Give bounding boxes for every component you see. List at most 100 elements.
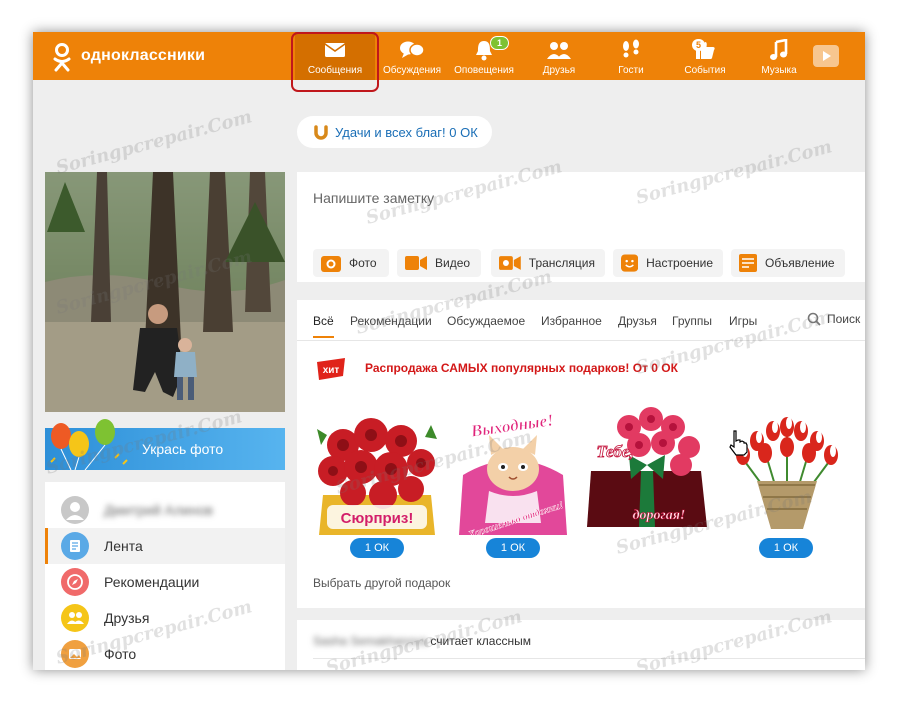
nav-guests[interactable]: Гости [603, 32, 659, 80]
feed-post-header: Sasha Semakhanova считает классным [313, 634, 531, 648]
search-label: Поиск [827, 312, 861, 326]
friends-icon [529, 38, 589, 62]
gift-weekend-cat[interactable]: Выходные! Хорошенько отдохни! [449, 405, 577, 541]
note-ad-button[interactable]: Объявление [731, 249, 845, 277]
gift-price-button[interactable]: 1 ОК [350, 538, 404, 558]
footprints-icon [603, 38, 659, 62]
post-action-text: считает классным [430, 634, 531, 648]
events-badge: 5 [692, 39, 706, 51]
menu-item-feed[interactable]: Лента [45, 528, 285, 564]
ok-logo-icon[interactable] [51, 42, 73, 72]
broadcast-icon [499, 256, 521, 270]
decorate-photo-label: Укрась фото [142, 441, 224, 457]
top-navigation-bar: одноклассники Сообщения Обсуждения 1 Опо… [33, 32, 865, 92]
nav-discussions[interactable]: Обсуждения [378, 32, 446, 80]
nav-label: События [684, 65, 726, 76]
tab-games[interactable]: Игры [729, 314, 757, 328]
decorate-photo-button[interactable]: Укрась фото [45, 419, 285, 470]
feed-panel: Всё Рекомендации Обсуждаемое Избранное Д… [297, 300, 865, 608]
svg-text:Сюрприз!: Сюрприз! [341, 510, 414, 527]
video-camera-icon [405, 256, 427, 270]
sale-banner-text[interactable]: Распродажа САМЫХ популярных подарков! От… [365, 361, 678, 375]
notifications-badge: 1 [490, 36, 510, 50]
note-video-button[interactable]: Видео [397, 249, 481, 277]
post-author-name[interactable]: Sasha Semakhanova [313, 634, 427, 648]
nav-friends[interactable]: Друзья [529, 32, 589, 80]
nav-notifications[interactable]: 1 Оповещения [449, 32, 519, 80]
nav-video[interactable] [811, 32, 841, 80]
menu-item-label: Рекомендации [104, 574, 200, 590]
balloons-icon [50, 419, 128, 470]
note-mood-button[interactable]: Настроение [613, 249, 723, 277]
camera-icon [321, 256, 341, 272]
feed-post-card: Sasha Semakhanova считает классным [297, 620, 865, 670]
tab-friends[interactable]: Друзья [618, 314, 657, 328]
tab-favorites[interactable]: Избранное [541, 314, 602, 328]
menu-item-profile[interactable]: Дмитрий Алинов [45, 492, 285, 528]
search-icon [807, 312, 821, 326]
svg-text:дорогая!: дорогая! [633, 508, 686, 523]
menu-item-label: Фото [104, 646, 137, 662]
svg-text:Тебе,: Тебе, [596, 442, 633, 461]
note-action-label: Настроение [646, 256, 713, 270]
gift-darling-roses[interactable]: Тебе, дорогая! [585, 405, 713, 535]
menu-item-label: Дмитрий Алинов [104, 502, 213, 518]
chat-bubbles-icon [378, 38, 446, 62]
nav-events[interactable]: 5 События [675, 32, 735, 80]
nav-label: Оповещения [454, 65, 514, 76]
gift-price-button[interactable]: 1 ОК [486, 538, 540, 558]
browser-page: одноклассники Сообщения Обсуждения 1 Опо… [33, 32, 865, 670]
feed-icon [61, 532, 89, 560]
tab-recommendations[interactable]: Рекомендации [350, 314, 432, 328]
compass-icon [61, 568, 89, 596]
friends-icon [61, 604, 89, 632]
choose-other-gift-link[interactable]: Выбрать другой подарок [313, 576, 450, 590]
horseshoe-icon [314, 125, 328, 140]
nav-label: Гости [618, 65, 644, 76]
left-menu: Дмитрий Алинов Лента Рекомендации Друзья… [45, 482, 285, 670]
note-panel: Напишите заметку Фото Видео Трансляция Н… [297, 172, 865, 282]
tab-discussed[interactable]: Обсуждаемое [447, 314, 525, 328]
greeting-text: Удачи и всех благ! 0 ОК [335, 124, 478, 140]
menu-item-label: Лента [104, 538, 143, 554]
hit-badge-icon: хит [317, 358, 345, 380]
menu-item-label: Друзья [104, 610, 150, 626]
smiley-icon [621, 254, 639, 272]
video-play-icon [811, 44, 841, 68]
greeting-pill[interactable]: Удачи и всех благ! 0 ОК [297, 116, 492, 148]
svg-text:хит: хит [323, 365, 340, 376]
nav-music[interactable]: Музыка [751, 32, 807, 80]
note-broadcast-button[interactable]: Трансляция [491, 249, 605, 277]
watermark-text: Soringpcrepair.Com [53, 106, 255, 179]
thumbs-up-icon [675, 38, 735, 62]
menu-item-friends[interactable]: Друзья [45, 600, 285, 636]
note-action-label: Фото [349, 256, 377, 270]
gift-surprise-roses[interactable]: Сюрприз! [313, 405, 441, 535]
messages-highlight-frame [291, 32, 379, 92]
nav-label: Музыка [761, 65, 797, 76]
svg-text:Выходные!: Выходные! [469, 410, 555, 441]
note-action-label: Трансляция [528, 256, 595, 270]
nav-label: Друзья [542, 65, 576, 76]
profile-photo[interactable] [45, 172, 285, 412]
feed-search-button[interactable]: Поиск [807, 312, 860, 326]
gift-tulips-bouquet[interactable] [723, 405, 851, 535]
gift-price-button[interactable]: 1 ОК [759, 538, 813, 558]
announcement-icon [739, 254, 757, 272]
music-note-icon [751, 38, 807, 62]
hand-cursor-icon [729, 430, 748, 456]
nav-label: Обсуждения [382, 65, 442, 76]
divider [313, 658, 865, 659]
avatar [61, 496, 89, 524]
tab-groups[interactable]: Группы [672, 314, 712, 328]
photo-icon [61, 640, 89, 668]
note-action-label: Объявление [765, 256, 835, 270]
menu-item-recommendations[interactable]: Рекомендации [45, 564, 285, 600]
menu-item-photo[interactable]: Фото [45, 636, 285, 670]
note-action-label: Видео [435, 256, 471, 270]
note-input[interactable]: Напишите заметку [313, 190, 434, 206]
feed-tabs: Всё Рекомендации Обсуждаемое Избранное Д… [297, 300, 865, 341]
note-photo-button[interactable]: Фото [313, 249, 389, 277]
brand-name[interactable]: одноклассники [81, 47, 205, 65]
tab-all[interactable]: Всё [313, 314, 334, 338]
